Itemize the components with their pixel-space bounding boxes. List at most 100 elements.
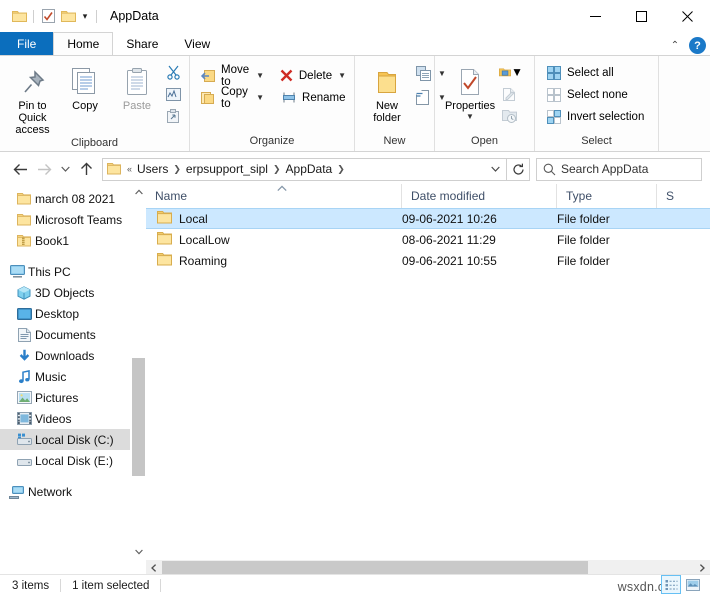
window-title: AppData: [110, 9, 159, 23]
nav-item-3d-objects[interactable]: 3D Objects: [0, 282, 146, 303]
paste-button[interactable]: Paste: [111, 61, 163, 112]
forward-button[interactable]: [32, 157, 56, 181]
tab-file[interactable]: File: [0, 32, 54, 55]
chevron-right-icon[interactable]: ❯: [335, 164, 347, 175]
nav-scroll-track[interactable]: [131, 200, 146, 544]
chevron-up-icon[interactable]: ⌃: [667, 40, 683, 51]
refresh-button[interactable]: [507, 163, 529, 176]
breadcrumb-item-user[interactable]: erpsupport_sipl: [183, 162, 271, 176]
file-date-cell: 08-06-2021 11:29: [402, 232, 496, 247]
search-input[interactable]: Search AppData: [561, 162, 648, 176]
scroll-up-button[interactable]: [131, 184, 146, 200]
chevron-down-icon[interactable]: ▼: [511, 65, 523, 79]
new-folder-button[interactable]: New folder: [361, 61, 413, 124]
chevron-down-icon[interactable]: ▼: [338, 71, 346, 80]
nav-item-music[interactable]: Music: [0, 366, 146, 387]
help-button[interactable]: ?: [689, 37, 706, 54]
qat-dropdown-icon[interactable]: ▾: [78, 7, 92, 25]
properties-button[interactable]: Properties ▼: [441, 61, 499, 121]
breadcrumb[interactable]: « Users ❯ erpsupport_sipl ❯ AppData ❯: [102, 157, 530, 181]
nav-item-documents[interactable]: Documents: [0, 324, 146, 345]
large-icons-view-button[interactable]: [684, 576, 702, 593]
desktop-icon: [13, 307, 35, 320]
scroll-right-button[interactable]: [694, 560, 710, 575]
nav-item-network[interactable]: Network: [0, 481, 146, 502]
nav-item-pictures[interactable]: Pictures: [0, 387, 146, 408]
nav-item-desktop[interactable]: Desktop: [0, 303, 146, 324]
column-header-name[interactable]: Name: [146, 184, 402, 208]
scroll-left-button[interactable]: [146, 560, 162, 575]
chevron-right-icon[interactable]: ❯: [271, 164, 283, 175]
column-header-date-modified[interactable]: Date modified: [402, 184, 557, 208]
file-type-cell: File folder: [557, 232, 610, 247]
up-button[interactable]: [74, 157, 98, 181]
chevron-down-icon[interactable]: ▼: [256, 93, 264, 102]
horizontal-scroll-thumb[interactable]: [162, 561, 588, 574]
properties-icon[interactable]: [38, 6, 58, 26]
item-count-label: 3 items: [12, 579, 50, 592]
file-date-cell: 09-06-2021 10:55: [402, 253, 497, 268]
breadcrumb-overflow[interactable]: «: [125, 164, 134, 174]
open-button[interactable]: ▼: [499, 62, 523, 82]
scroll-down-button[interactable]: [131, 544, 146, 560]
new-folder-icon[interactable]: [58, 6, 78, 26]
cut-icon[interactable]: [163, 62, 183, 82]
paste-shortcut-icon[interactable]: [163, 106, 183, 126]
folder-icon: [103, 163, 125, 175]
column-header-type[interactable]: Type: [557, 184, 657, 208]
recent-locations-button[interactable]: [56, 157, 74, 181]
clipboard-small-icons: [163, 61, 183, 126]
nav-item-label: Local Disk (C:): [35, 432, 114, 447]
move-to-icon: [200, 67, 216, 84]
nav-pane-scrollbar[interactable]: [130, 184, 146, 560]
search-box[interactable]: Search AppData: [536, 157, 702, 181]
chevron-down-icon[interactable]: ▼: [256, 71, 264, 80]
select-all-icon: [545, 64, 562, 81]
downloads-icon: [13, 349, 35, 363]
table-row[interactable]: LocalLow 08-06-2021 11:29 File folder: [146, 229, 710, 250]
nav-item-videos[interactable]: Videos: [0, 408, 146, 429]
file-name-text: Roaming: [179, 253, 228, 268]
nav-item-local-disk-e[interactable]: Local Disk (E:): [0, 450, 146, 471]
breadcrumb-item-users[interactable]: Users: [134, 162, 171, 176]
nav-item-this-pc[interactable]: This PC: [0, 261, 146, 282]
organize-column-1: Move to ▼ Copy to ▼: [196, 64, 268, 110]
column-header-size[interactable]: S: [657, 184, 697, 208]
select-none-label: Select none: [567, 88, 628, 101]
chevron-down-icon[interactable]: ▼: [466, 112, 474, 121]
rename-button[interactable]: Rename: [276, 87, 350, 108]
nav-item-downloads[interactable]: Downloads: [0, 345, 146, 366]
nav-item-march-08-2021[interactable]: march 08 2021: [0, 188, 146, 209]
select-all-button[interactable]: Select all: [541, 62, 648, 83]
nav-scroll-thumb[interactable]: [132, 358, 145, 476]
nav-item-book1[interactable]: Book1: [0, 230, 146, 251]
copy-button[interactable]: Copy: [59, 61, 111, 112]
copy-to-button[interactable]: Copy to ▼: [196, 86, 268, 110]
minimize-button[interactable]: [572, 0, 618, 32]
horizontal-scrollbar[interactable]: [146, 560, 710, 575]
pin-to-quick-access-button[interactable]: Pin to Quick access: [6, 61, 59, 136]
details-view-button[interactable]: [661, 575, 681, 594]
nav-item-microsoft-teams[interactable]: Microsoft Teams: [0, 209, 146, 230]
edit-icon[interactable]: [499, 84, 519, 104]
folder-icon[interactable]: [9, 6, 29, 26]
nav-item-local-disk-c[interactable]: Local Disk (C:): [0, 429, 146, 450]
table-row[interactable]: Roaming 09-06-2021 10:55 File folder: [146, 250, 710, 271]
invert-selection-button[interactable]: Invert selection: [541, 106, 648, 127]
select-none-button[interactable]: Select none: [541, 84, 648, 105]
delete-button[interactable]: Delete ▼: [276, 65, 350, 86]
table-row[interactable]: Local 09-06-2021 10:26 File folder: [146, 208, 710, 229]
history-icon[interactable]: [499, 106, 519, 126]
chevron-right-icon[interactable]: ❯: [171, 164, 183, 175]
move-to-button[interactable]: Move to ▼: [196, 64, 268, 88]
copy-path-icon[interactable]: [163, 84, 183, 104]
back-button[interactable]: [8, 157, 32, 181]
close-button[interactable]: [664, 0, 710, 32]
tab-share[interactable]: Share: [113, 32, 171, 55]
tab-view[interactable]: View: [171, 32, 223, 55]
address-dropdown-icon[interactable]: [484, 166, 506, 173]
maximize-button[interactable]: [618, 0, 664, 32]
tab-home[interactable]: Home: [53, 32, 114, 55]
horizontal-scroll-track[interactable]: [162, 560, 694, 575]
breadcrumb-item-appdata[interactable]: AppData: [283, 162, 336, 176]
